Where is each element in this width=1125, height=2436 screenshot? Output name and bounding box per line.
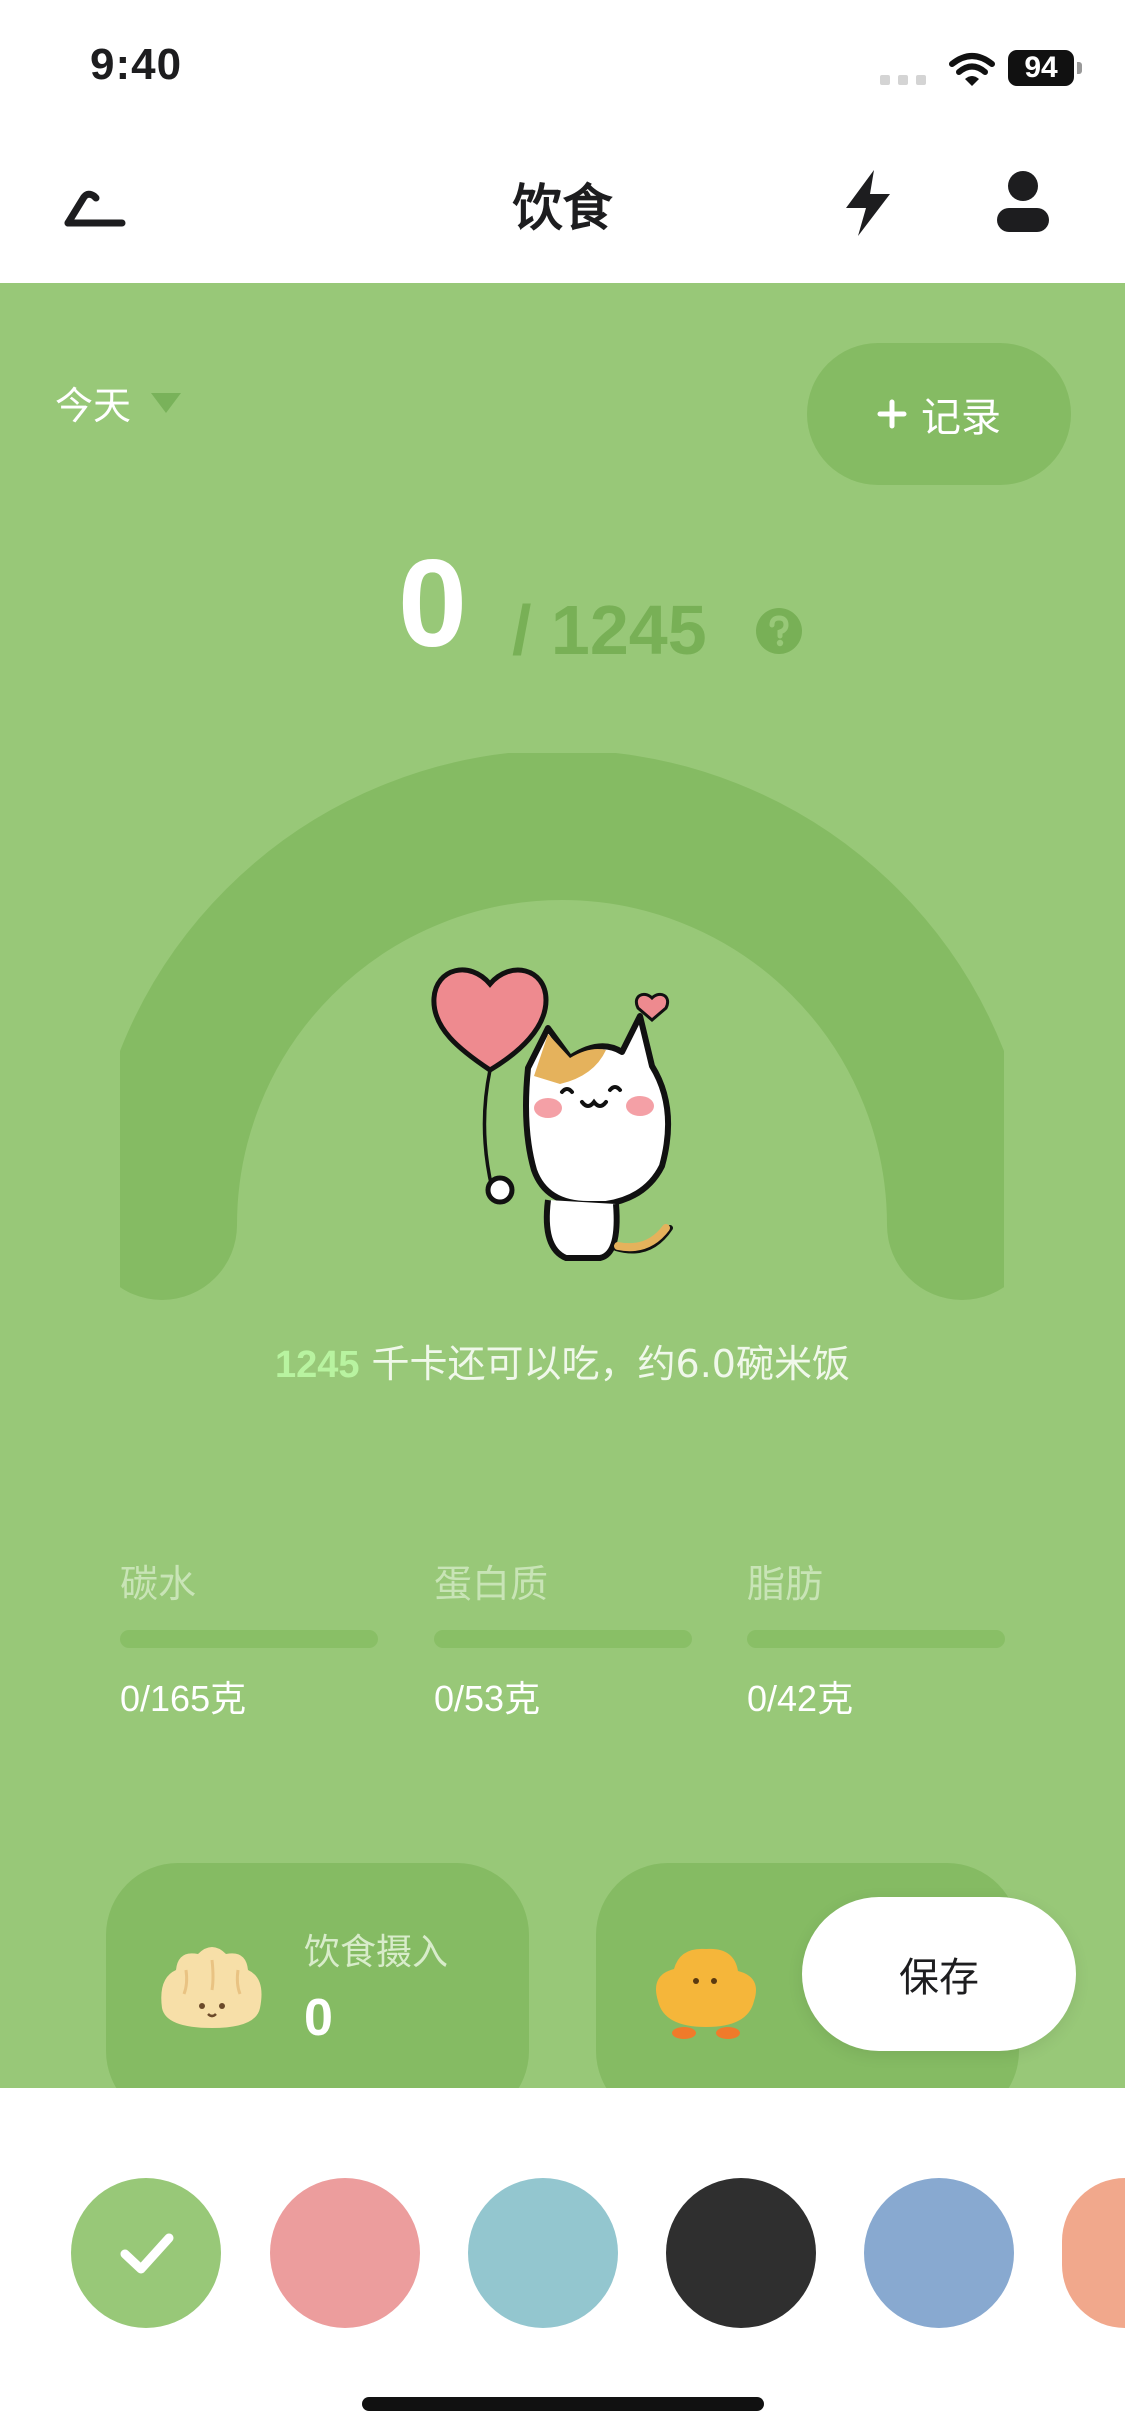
color-swatch-black[interactable] (666, 2178, 816, 2328)
remaining-calories-text: 1245 千卡还可以吃，约6.0碗米饭 (0, 1333, 1125, 1388)
status-time: 9:40 (90, 40, 183, 89)
macro-label: 蛋白质 (434, 1562, 549, 1606)
home-indicator[interactable] (362, 2397, 764, 2411)
remaining-calories-value: 1245 (275, 1344, 360, 1386)
macro-progress-bar (120, 1630, 378, 1648)
macro-fat: 脂肪 0/42克 (747, 1553, 1005, 1722)
page-title: 饮食 (512, 179, 613, 237)
date-label: 今天 (55, 384, 132, 428)
macro-value: 0/165克 (120, 1678, 247, 1719)
plus-icon (877, 399, 907, 429)
chevron-down-icon (151, 392, 182, 413)
cat-balloon-illustration (430, 958, 695, 1278)
chick-illustration (644, 1941, 768, 2045)
macro-progress-bar (434, 1630, 692, 1648)
color-swatch-orange[interactable] (1062, 2178, 1125, 2328)
macro-progress-bar (747, 1630, 1005, 1648)
intake-value: 0 (304, 1989, 333, 2047)
person-icon[interactable] (995, 168, 1051, 234)
calories-consumed: 0 (398, 535, 467, 673)
color-swatch-pink[interactable] (270, 2178, 420, 2328)
color-swatch-teal[interactable] (468, 2178, 618, 2328)
remaining-calories-desc: 千卡还可以吃，约6.0碗米饭 (371, 1342, 850, 1386)
battery-indicator: 94 (1008, 50, 1074, 86)
question-icon[interactable] (754, 606, 804, 656)
macro-label: 脂肪 (747, 1562, 824, 1606)
macro-carbs: 碳水 0/165克 (120, 1553, 378, 1722)
checkmark-icon (120, 2233, 174, 2274)
intake-label: 饮食摄入 (304, 1932, 449, 1973)
diet-panel: 今天 记录 0 / 1245 1245 千卡还可以吃，约6.0碗米饭 碳水 0/… (0, 283, 1125, 2088)
battery-tip (1077, 62, 1082, 74)
record-label: 记录 (921, 395, 1001, 441)
calories-goal: / 1245 (512, 591, 707, 669)
wifi-icon (948, 52, 996, 92)
save-button[interactable]: 保存 (802, 1897, 1076, 2051)
date-selector[interactable]: 今天 (55, 375, 182, 430)
lightning-bolt-icon[interactable] (838, 168, 898, 238)
macro-label: 碳水 (120, 1562, 197, 1606)
macro-protein: 蛋白质 0/53克 (434, 1553, 692, 1722)
add-record-button[interactable]: 记录 (807, 343, 1071, 485)
intake-card[interactable]: 饮食摄入 0 (106, 1863, 529, 2088)
signal-icon (880, 70, 934, 89)
color-swatch-blue[interactable] (864, 2178, 1014, 2328)
macro-value: 0/42克 (747, 1678, 854, 1719)
macro-value: 0/53克 (434, 1678, 541, 1719)
color-swatch-green[interactable] (71, 2178, 221, 2328)
dumpling-illustration (156, 1938, 266, 2038)
